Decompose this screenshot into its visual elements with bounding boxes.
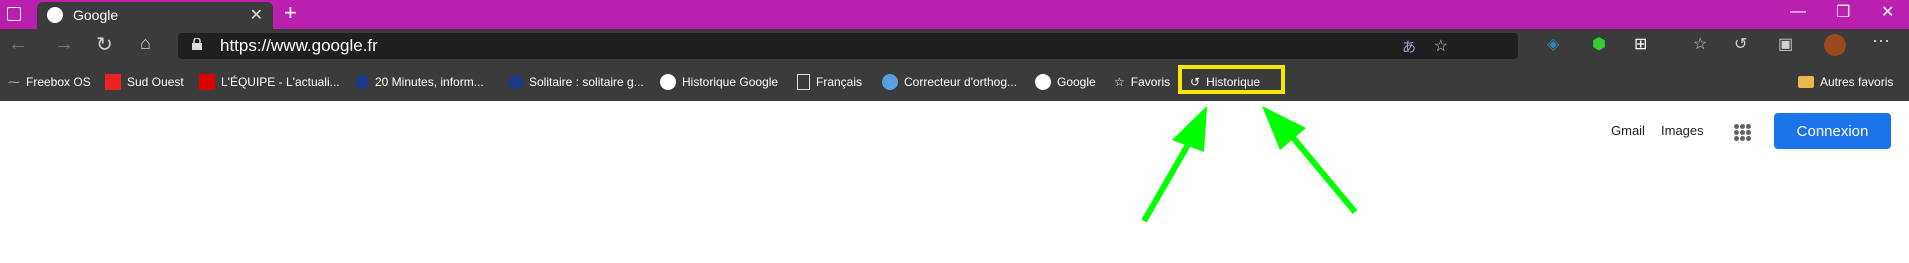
annotation-arrows: [1141, 106, 1358, 223]
annotation-arrow-right: [1287, 132, 1358, 214]
annotation-arrowhead-left: [1172, 106, 1207, 152]
annotation-arrow-left: [1141, 134, 1196, 223]
